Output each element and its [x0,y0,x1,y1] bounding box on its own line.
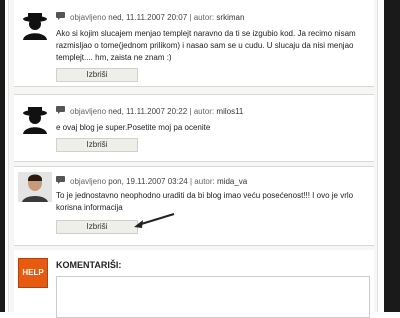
comment-text: To je jednostavno neophodno uraditi da b… [56,191,354,212]
separator: | [189,107,192,116]
comment-date: pon, 19.11.2007 03:24 [108,177,188,186]
posted-prefix: objavljeno [70,107,107,116]
arrow-icon [132,212,176,232]
delete-button[interactable]: Izbriši [56,138,138,152]
speech-bubble-icon [56,12,66,22]
comment-text: Ako si kojim slucajem menjao templejt na… [56,29,356,62]
author-label: autor: [194,177,215,186]
posted-prefix: objavljeno [70,13,107,22]
comment-text: e ovaj blog je super.Posetite moj pa oce… [56,123,211,132]
separator: | [189,177,193,186]
posted-prefix: objavljeno [70,177,107,186]
comment-date: ned, 11.11.2007 20:22 [108,107,188,116]
help-icon: HELP [18,258,48,288]
avatar-silhouette-icon [18,10,52,40]
comment-author: milos11 [216,107,244,116]
comment-author: srkiman [216,13,245,22]
author-label: autor: [193,13,215,22]
comment-meta: objavljeno ned, 11.11.2007 20:07 | autor… [56,12,244,22]
comment-meta: objavljeno pon, 19.11.2007 03:24 | autor… [56,176,247,186]
left-dark-edge [0,0,5,312]
delete-button[interactable]: Izbriši [56,68,138,82]
separator: | [189,13,192,22]
avatar-photo [18,172,52,202]
comment-date: ned, 11.11.2007 20:07 [108,13,188,22]
comment-form-title: KOMENTARIŠI: [56,260,122,270]
comment-author: mida_va [217,177,248,186]
delete-button[interactable]: Izbriši [56,220,138,234]
comment-meta: objavljeno ned, 11.11.2007 20:22 | autor… [56,106,243,116]
speech-bubble-icon [56,176,66,186]
speech-bubble-icon [56,106,66,116]
right-dark-edge [384,0,400,312]
avatar-silhouette-icon [18,104,52,134]
author-label: autor: [193,107,215,116]
